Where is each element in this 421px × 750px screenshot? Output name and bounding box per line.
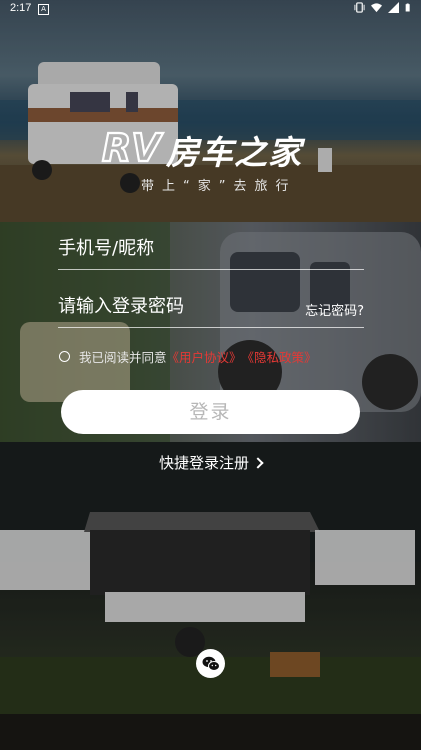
phone-nickname-input[interactable] [58,238,364,259]
quick-register-link[interactable]: 快捷登录注册 [0,452,421,473]
forgot-password-link[interactable]: 忘记密码? [305,300,364,319]
status-bar: 2:17 A [0,0,421,18]
wifi-icon [371,3,382,13]
login-button[interactable]: 登录 [61,390,360,434]
agreement-row: 我已阅读并同意 《用户协议》 《隐私政策》 [59,347,317,366]
status-time: 2:17 [10,2,32,14]
quick-register-label: 快捷登录注册 [158,454,249,472]
password-input[interactable] [58,296,278,317]
chevron-right-icon [252,457,264,469]
agreement-prefix: 我已阅读并同意 [79,350,167,365]
brand-slogan: 带上“家”去旅行 [141,179,297,194]
user-agreement-link[interactable]: 《用户协议》 [167,347,242,366]
signal-icon [388,2,399,13]
brand-name: 房车之家 [166,133,302,172]
notification-icon: A [38,4,49,15]
privacy-policy-link[interactable]: 《隐私政策》 [242,347,317,366]
battery-icon [405,3,410,12]
phone-nickname-field[interactable] [58,238,364,270]
agreement-radio[interactable] [59,351,70,362]
wechat-login-button[interactable] [196,649,225,678]
vibrate-icon [354,2,365,13]
password-field[interactable]: 忘记密码? [58,296,364,328]
rv-logo-mark: RV [101,125,164,167]
svg-text:RV: RV [102,126,163,167]
wechat-icon [202,656,220,671]
